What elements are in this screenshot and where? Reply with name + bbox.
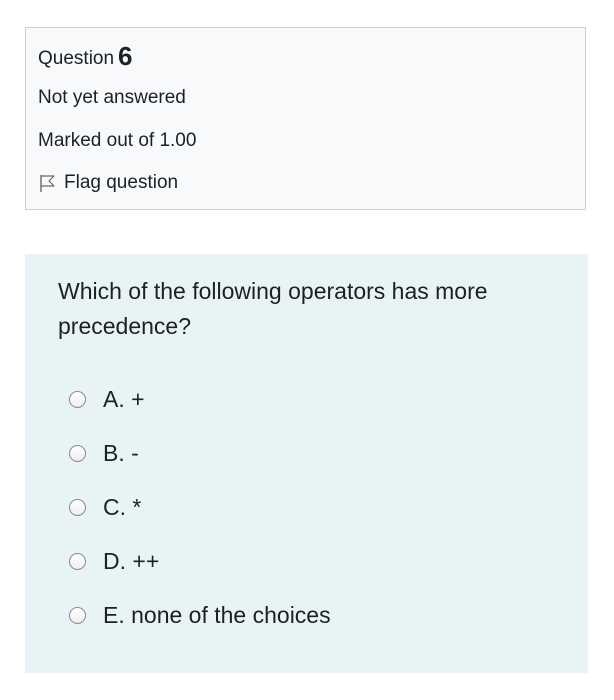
- question-info-panel: Question 6 Not yet answered Marked out of…: [25, 27, 586, 210]
- question-state: Not yet answered: [38, 87, 186, 108]
- radio-button[interactable]: [69, 606, 86, 624]
- question-heading: Question 6: [38, 42, 133, 73]
- question-grade: Marked out of 1.00: [38, 130, 197, 151]
- answer-option-a[interactable]: A. +: [69, 384, 145, 414]
- option-label: C. *: [103, 494, 142, 520]
- radio-button[interactable]: [69, 498, 86, 516]
- question-number: 6: [118, 41, 133, 71]
- option-label: A. +: [103, 386, 145, 412]
- option-label: E. none of the choices: [103, 602, 331, 628]
- option-label: D. ++: [103, 548, 160, 574]
- radio-button[interactable]: [69, 444, 86, 462]
- flag-icon: [38, 173, 58, 193]
- answer-option-d[interactable]: D. ++: [69, 546, 159, 576]
- question-content: Which of the following operators has mor…: [25, 254, 588, 673]
- question-text: Which of the following operators has mor…: [58, 278, 488, 339]
- answer-option-b[interactable]: B. -: [69, 438, 139, 468]
- radio-button[interactable]: [69, 552, 86, 570]
- option-label: B. -: [103, 440, 139, 466]
- radio-button[interactable]: [69, 390, 86, 408]
- flag-question-button[interactable]: Flag question: [38, 171, 178, 195]
- answer-option-e[interactable]: E. none of the choices: [69, 600, 331, 630]
- question-label: Question: [38, 48, 115, 69]
- answer-option-c[interactable]: C. *: [69, 492, 141, 522]
- flag-question-label: Flag question: [64, 172, 179, 193]
